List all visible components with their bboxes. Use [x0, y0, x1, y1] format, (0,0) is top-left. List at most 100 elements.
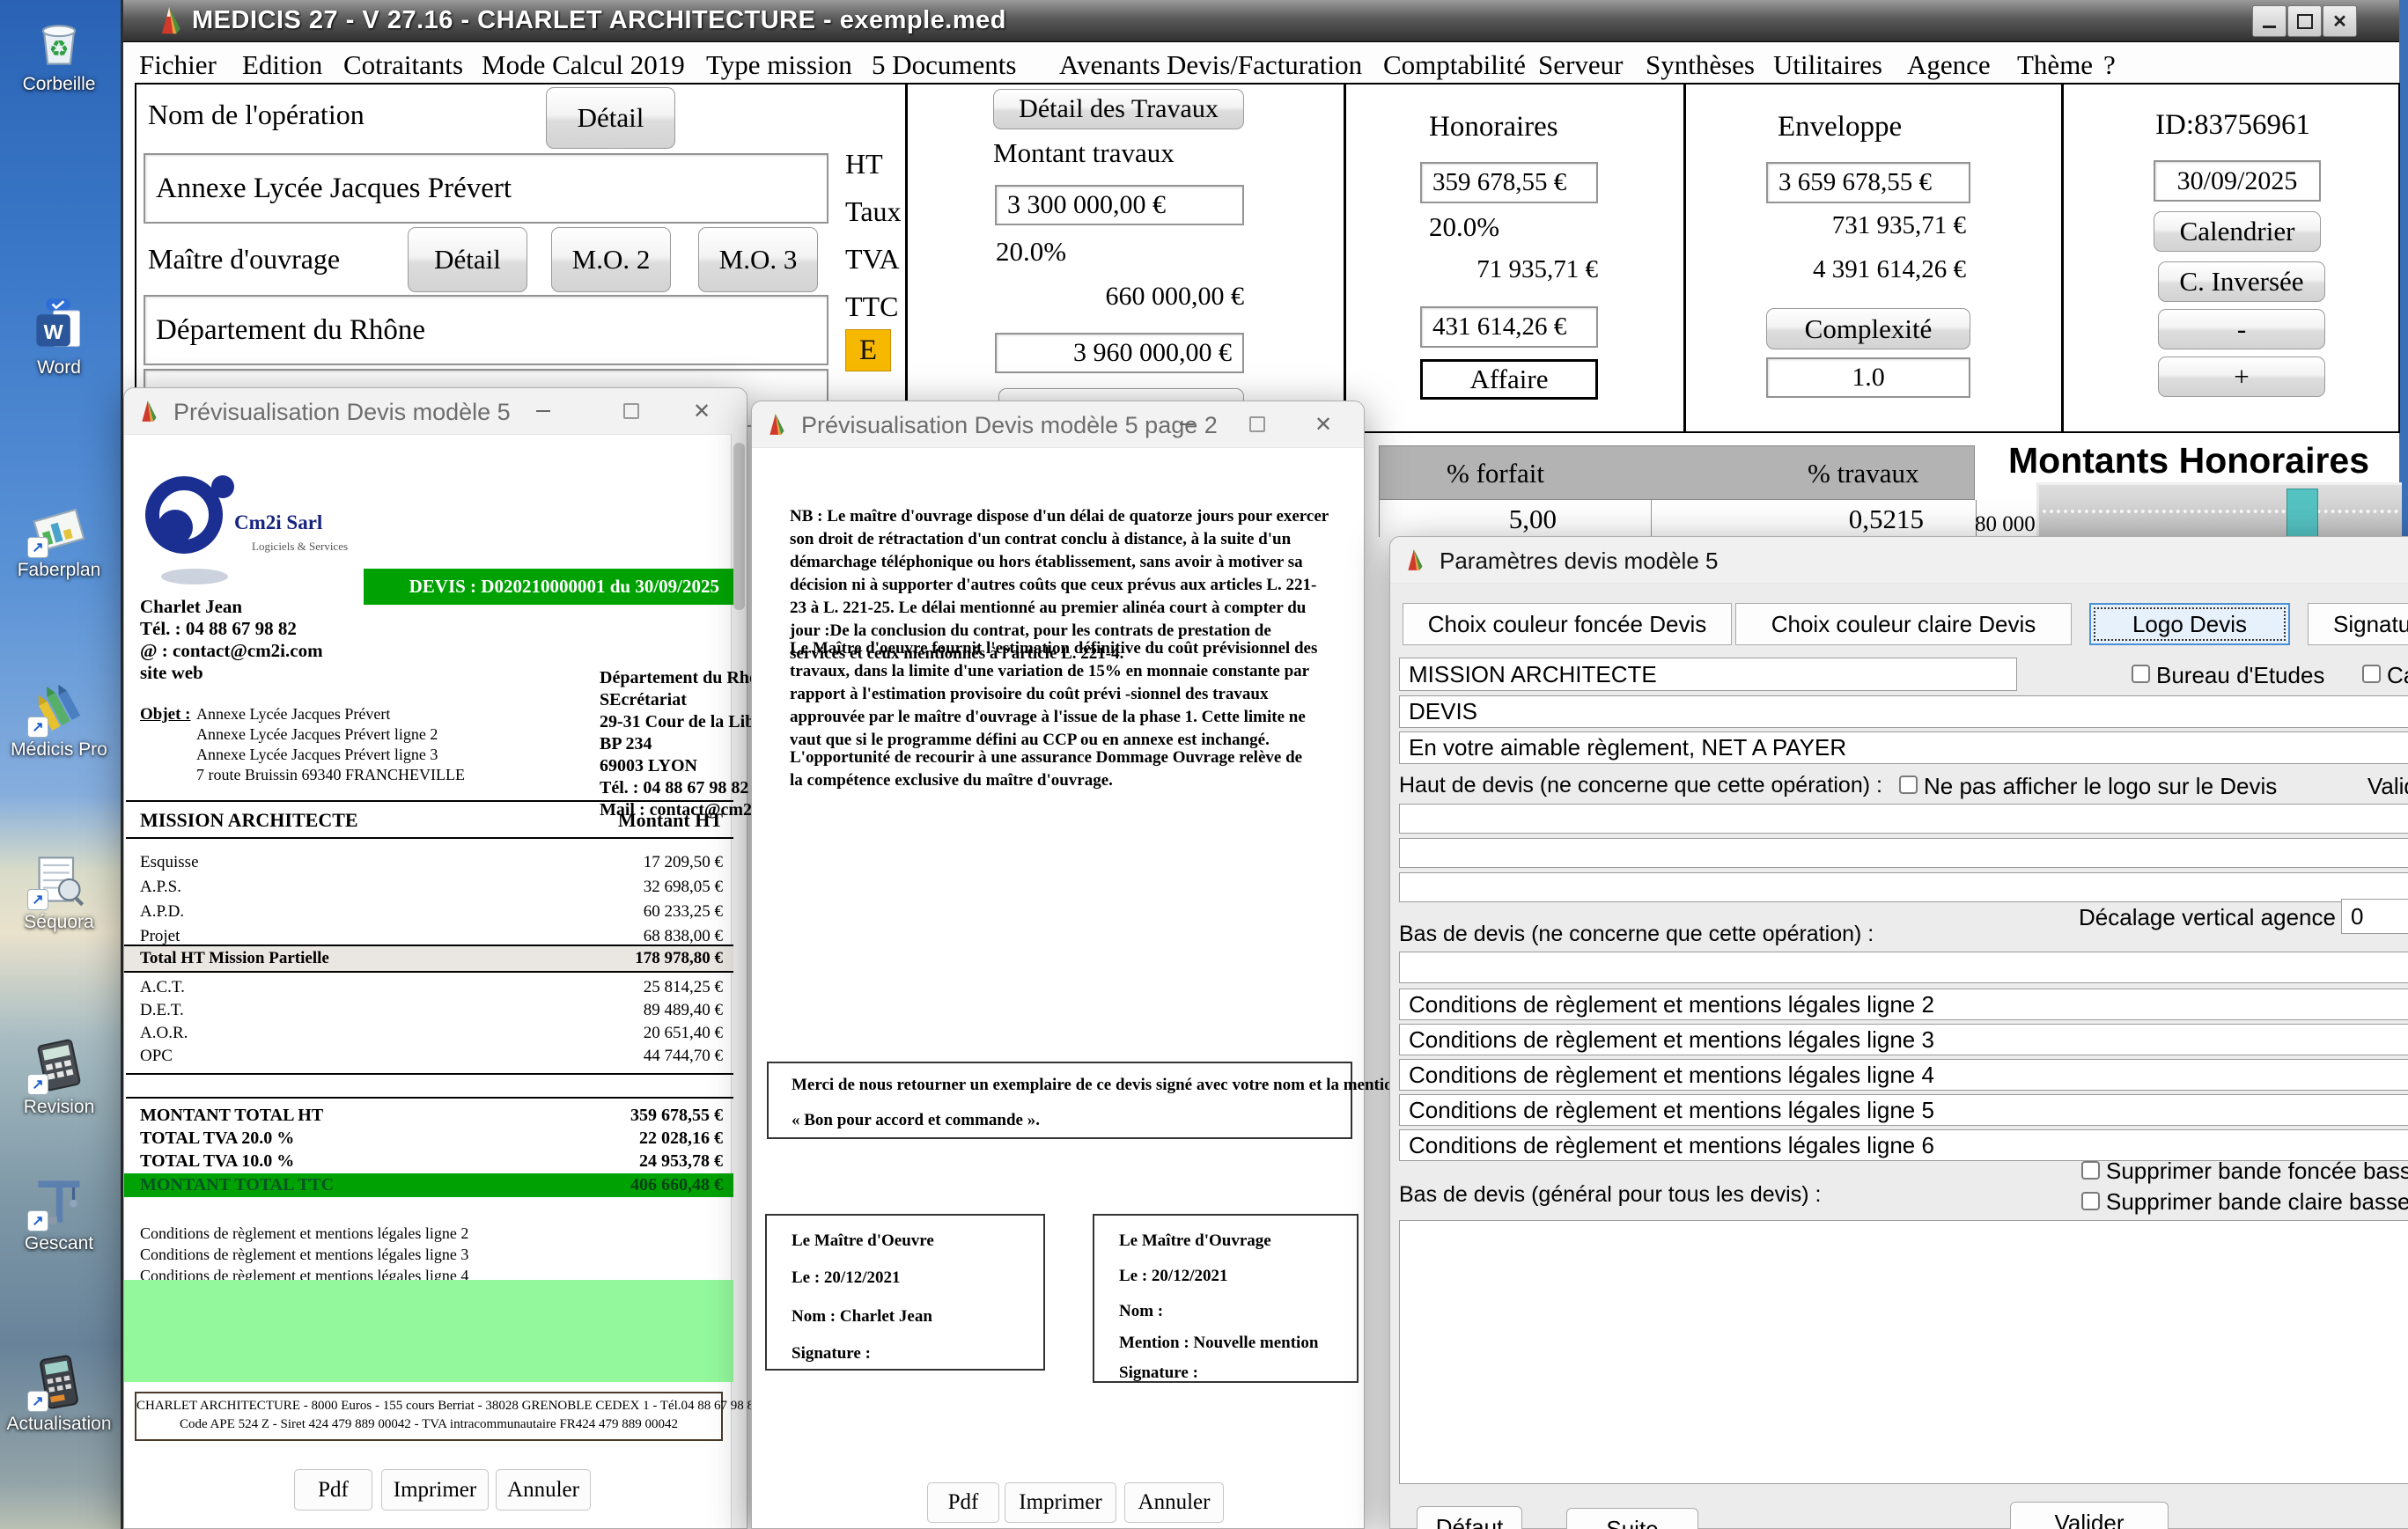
menu-agence[interactable]: Agence — [1907, 49, 1991, 81]
menu-devis-facturation[interactable]: Devis/Facturation — [1167, 49, 1362, 81]
desktop-icon-medicis-pro[interactable]: ↗ Médicis Pro — [1, 680, 117, 760]
footer-box: CHARLET ARCHITECTURE - 8000 Euros - 155 … — [135, 1392, 723, 1441]
menu-type-mission[interactable]: Type mission — [706, 49, 852, 81]
supprimer-foncee-checkbox[interactable] — [2081, 1161, 2100, 1180]
preview1-scrollbar-thumb[interactable] — [733, 443, 745, 610]
imprimer-button[interactable]: Imprimer — [381, 1469, 489, 1511]
haut-line-2-field[interactable] — [1399, 838, 2408, 868]
valider-button[interactable]: Valider — [2010, 1502, 2169, 1529]
mo2-button[interactable]: M.O. 2 — [551, 227, 671, 292]
tva-label: TVA — [845, 243, 900, 276]
owner-field[interactable]: Département du Rhône — [144, 295, 828, 365]
preview1-title-bar[interactable]: Prévisualisation Devis modèle 5 ✕ — [124, 388, 747, 435]
c-inversee-button[interactable]: C. Inversée — [2158, 261, 2325, 302]
annuler-button[interactable]: Annuler — [496, 1469, 591, 1511]
table-header-left: MISSION ARCHITECTE — [140, 809, 358, 832]
menu-serveur[interactable]: Serveur — [1538, 49, 1623, 81]
travaux-ttc-field[interactable]: 3 960 000,00 € — [995, 333, 1244, 373]
complexite-button[interactable]: Complexité — [1766, 308, 1970, 349]
plus-button[interactable]: + — [2158, 357, 2325, 397]
menu-cotraitants[interactable]: Cotraitants — [343, 49, 463, 81]
minus-button[interactable]: - — [2158, 309, 2325, 349]
owner-detail-button[interactable]: Détail — [408, 227, 527, 292]
desktop-icon-sequora[interactable]: ↗ Séquora — [1, 852, 117, 932]
menu-help[interactable]: ? — [2103, 49, 2116, 81]
params-title-bar[interactable]: Paramètres devis modèle 5 — [1390, 537, 2408, 584]
medicis-pro-icon: ↗ — [31, 680, 87, 736]
travaux-ht-field[interactable]: 3 300 000,00 € — [995, 185, 1244, 225]
cal-checkbox[interactable] — [2362, 665, 2381, 683]
tab-logo-devis[interactable]: Logo Devis — [2089, 603, 2290, 645]
operation-detail-button[interactable]: Détail — [546, 87, 675, 149]
reglement-field[interactable]: En votre aimable règlement, NET A PAYER — [1399, 731, 2408, 764]
desktop-icon-actualisation[interactable]: ↗ Actualisation — [1, 1354, 117, 1434]
minimize-button[interactable] — [2252, 5, 2286, 37]
maximize-icon[interactable] — [617, 398, 645, 424]
bas-operation-label: Bas de devis (ne concerne que cette opér… — [1399, 922, 1874, 947]
devis-field[interactable]: DEVIS — [1399, 695, 2408, 728]
total-line: TOTAL TVA 20.0 % — [140, 1128, 294, 1149]
travaux-header: % travaux — [1808, 458, 1919, 489]
e-badge[interactable]: E — [845, 329, 891, 371]
chart-plot-area — [2036, 482, 2402, 540]
calendrier-button[interactable]: Calendrier — [2154, 211, 2321, 252]
menu-comptabilite[interactable]: Comptabilité — [1383, 49, 1526, 81]
decalage-field[interactable]: 0 — [2341, 899, 2408, 934]
conditions-4-field[interactable]: Conditions de règlement et mentions léga… — [1399, 1059, 2408, 1091]
tab-couleur-claire[interactable]: Choix couleur claire Devis — [1735, 603, 2072, 645]
conditions-2-field[interactable]: Conditions de règlement et mentions léga… — [1399, 989, 2408, 1020]
main-window-title: MEDICIS 27 - V 27.16 - CHARLET ARCHITECT… — [192, 6, 1006, 35]
main-title-bar[interactable]: MEDICIS 27 - V 27.16 - CHARLET ARCHITECT… — [123, 0, 2399, 42]
conditions-6-field[interactable]: Conditions de règlement et mentions léga… — [1399, 1129, 2408, 1161]
table-row: A.P.D. — [140, 902, 184, 922]
mo3-button[interactable]: M.O. 3 — [698, 227, 818, 292]
tab-signature[interactable]: Signature — [2308, 603, 2408, 645]
menu-theme[interactable]: Thème — [2017, 49, 2093, 81]
bas-line-1-field[interactable] — [1399, 952, 2408, 983]
minimize-icon[interactable] — [529, 398, 557, 424]
conditions-5-field[interactable]: Conditions de règlement et mentions léga… — [1399, 1094, 2408, 1126]
desktop-icon-faberplan[interactable]: ↗ Faberplan — [1, 500, 117, 580]
menu-fichier[interactable]: Fichier — [139, 49, 217, 81]
honoraires-ht-field[interactable]: 359 678,55 € — [1420, 162, 1598, 203]
bas-general-textarea[interactable] — [1399, 1220, 2408, 1484]
menu-avenants[interactable]: Avenants — [1059, 49, 1160, 81]
minimize-icon[interactable] — [1173, 411, 1201, 437]
mission-field[interactable]: MISSION ARCHITECTE — [1399, 658, 2017, 691]
desktop-icon-gescant[interactable]: ↗ Gescant — [1, 1173, 117, 1253]
desktop-icon-word[interactable]: W Word — [1, 298, 117, 378]
bureau-etudes-checkbox[interactable] — [2132, 665, 2150, 683]
menu-mode-calcul[interactable]: Mode Calcul 2019 — [482, 49, 685, 81]
annuler-button[interactable]: Annuler — [1124, 1482, 1224, 1523]
close-icon[interactable]: ✕ — [688, 398, 716, 424]
enveloppe-ht-field[interactable]: 3 659 678,55 € — [1766, 162, 1970, 203]
menu-utilitaires[interactable]: Utilitaires — [1773, 49, 1882, 81]
honoraires-ttc-field[interactable]: 431 614,26 € — [1420, 306, 1598, 348]
operation-field[interactable]: Annexe Lycée Jacques Prévert — [144, 153, 828, 224]
haut-line-1-field[interactable] — [1399, 804, 2408, 834]
close-icon[interactable]: ✕ — [1309, 411, 1337, 437]
complexite-field[interactable]: 1.0 — [1766, 357, 1970, 398]
conditions-3-field[interactable]: Conditions de règlement et mentions léga… — [1399, 1024, 2408, 1055]
menu-edition[interactable]: Edition — [242, 49, 322, 81]
no-logo-checkbox[interactable] — [1899, 776, 1918, 794]
imprimer-button[interactable]: Imprimer — [1005, 1482, 1116, 1523]
close-button[interactable]: ✕ — [2323, 5, 2357, 37]
preview2-title-bar[interactable]: Prévisualisation Devis modèle 5 page 2 ✕ — [752, 401, 1364, 448]
tab-couleur-foncee[interactable]: Choix couleur foncée Devis — [1403, 603, 1732, 645]
affaire-button[interactable]: Affaire — [1420, 359, 1598, 400]
supprimer-claire-checkbox[interactable] — [2081, 1192, 2100, 1210]
desktop-icon-corbeille[interactable]: ♻ Corbeille — [1, 14, 117, 94]
pdf-button[interactable]: Pdf — [927, 1482, 999, 1523]
defaut-button[interactable]: Défaut — [1417, 1506, 1522, 1529]
desktop-icon-revision[interactable]: ↗ Revision — [1, 1037, 117, 1117]
pdf-button[interactable]: Pdf — [294, 1469, 372, 1511]
maximize-button[interactable] — [2287, 5, 2322, 37]
date-field[interactable]: 30/09/2025 — [2154, 160, 2321, 202]
detail-travaux-button[interactable]: Détail des Travaux — [993, 89, 1244, 129]
maximize-icon[interactable] — [1243, 411, 1271, 437]
menu-documents[interactable]: 5 Documents — [872, 49, 1016, 81]
haut-line-3-field[interactable] — [1399, 872, 2408, 902]
suite-button[interactable]: Suite — [1566, 1508, 1698, 1529]
menu-syntheses[interactable]: Synthèses — [1646, 49, 1755, 81]
